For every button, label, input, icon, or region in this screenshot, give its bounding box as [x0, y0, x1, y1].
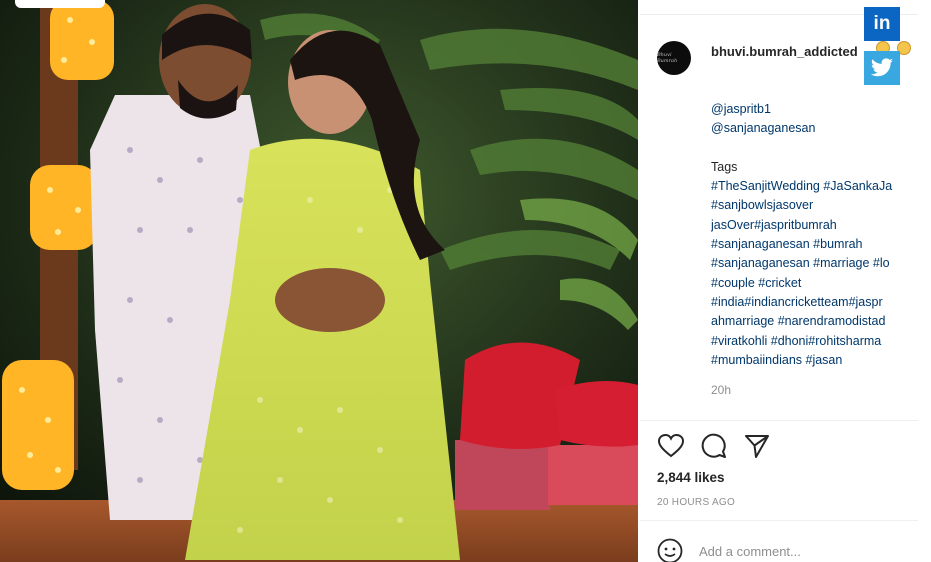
caption-link-line[interactable]: #TheSanjitWedding #JaSankaJa: [711, 177, 917, 196]
caption-text-line: Tags: [711, 159, 738, 174]
caption-link-line[interactable]: #sanjanaganesan #bumrah: [711, 235, 917, 254]
caption-link-line[interactable]: #sanjanaganesan #marriage #lo: [711, 254, 917, 273]
avatar-text: Bhuvi Bumrah: [657, 52, 678, 64]
comment-button[interactable]: [700, 432, 728, 460]
send-arrow-icon: [745, 435, 769, 458]
twitter-bird-icon: [870, 58, 893, 77]
username-link[interactable]: bhuvi.bumrah_addicted: [711, 44, 869, 59]
caption-link-line[interactable]: @jaspritb1: [711, 100, 917, 119]
heart-icon: [658, 434, 684, 458]
caption-link-line[interactable]: #viratkohli #dhoni#rohitsharma: [711, 332, 917, 351]
actions-divider: [640, 420, 918, 421]
caption-link-line[interactable]: ahmarriage #narendramodistad: [711, 312, 917, 331]
post-photo[interactable]: [0, 0, 638, 562]
caption-link-line[interactable]: #sanjbowlsjasover: [711, 196, 917, 215]
share-button[interactable]: [743, 432, 771, 460]
post-age: 20 HOURS AGO: [657, 497, 736, 508]
twitter-share-button[interactable]: [864, 51, 900, 85]
action-bar: [657, 432, 771, 460]
comment-input[interactable]: [699, 543, 899, 559]
avatar[interactable]: Bhuvi Bumrah: [657, 41, 691, 75]
like-button[interactable]: [657, 432, 685, 460]
couple-photo-illustration: [0, 0, 638, 562]
caption-link-line[interactable]: @sanjanaganesan: [711, 119, 917, 138]
caption-link-line[interactable]: jasOver#jaspritbumrah: [711, 216, 917, 235]
comment-divider: [640, 520, 918, 521]
smiley-icon[interactable]: [657, 538, 683, 562]
caption-link-line[interactable]: #couple #cricket: [711, 274, 917, 293]
caption-link-line[interactable]: #india#indiancricketteam#jaspr: [711, 293, 917, 312]
post-caption: @jaspritb1 @sanjanaganesan Tags #TheSanjitW…: [711, 100, 917, 370]
caption-link-line[interactable]: #mumbaiindians #jasan: [711, 351, 917, 370]
linkedin-share-button[interactable]: in: [864, 7, 900, 41]
likes-count[interactable]: 2,844 likes: [657, 470, 725, 485]
caption-timestamp: 20h: [711, 383, 732, 397]
comment-bubble-icon: [701, 433, 726, 458]
linkedin-icon: in: [873, 13, 891, 34]
photo-corner-tab: [15, 0, 105, 8]
comment-bar: [657, 538, 899, 562]
